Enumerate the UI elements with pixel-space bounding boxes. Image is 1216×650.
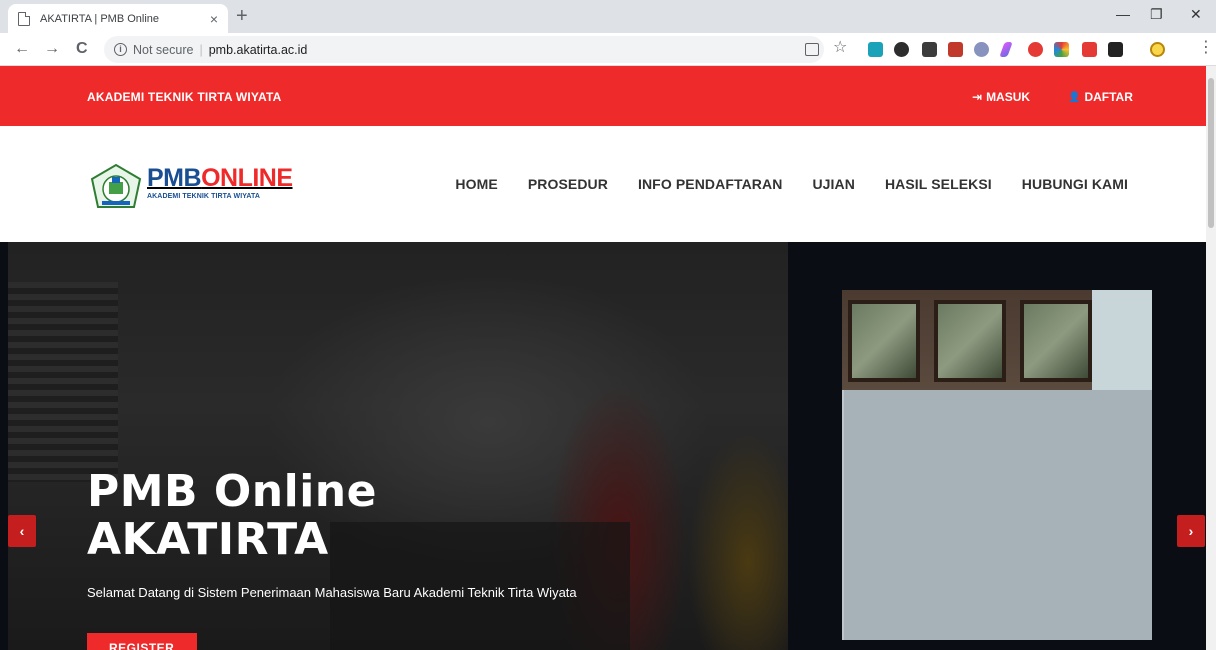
side-photo [842, 290, 1152, 640]
login-link[interactable]: ⇥ MASUK [972, 90, 1030, 104]
php-extension-icon[interactable] [974, 42, 989, 57]
back-icon[interactable]: ← [14, 40, 30, 58]
extension-icon-10[interactable] [1108, 42, 1123, 57]
hero-title-line-1: PMB Online [87, 466, 377, 517]
window-blinds-decoration [8, 282, 118, 482]
info-icon[interactable]: i [114, 43, 127, 56]
logo-wordmark: PMBONLINE [147, 164, 293, 192]
main-menu: HOME PROSEDUR INFO PENDAFTARAN UJIAN HAS… [455, 176, 1128, 192]
register-link[interactable]: 👤 DAFTAR [1068, 90, 1133, 104]
slider-next-button[interactable]: › [1177, 515, 1205, 547]
top-brand-text: AKADEMI TEKNIK TIRTA WIYATA [87, 90, 282, 104]
extension-icon-8[interactable] [1054, 42, 1069, 57]
slider-prev-button[interactable]: ‹ [8, 515, 36, 547]
browser-tabstrip: AKATIRTA | PMB Online × + — ❐ ✕ [0, 0, 1216, 33]
extension-icon-2[interactable] [894, 42, 909, 57]
hero-slider: PMB Online AKATIRTA Selamat Datang di Si… [0, 242, 1206, 650]
profile-avatar[interactable] [1150, 42, 1165, 57]
menu-ujian[interactable]: UJIAN [812, 176, 855, 192]
security-label: Not secure [133, 42, 194, 57]
hero-title-line-2: AKATIRTA [87, 514, 329, 565]
page-viewport: AKADEMI TEKNIK TIRTA WIYATA ⇥ MASUK 👤 DA… [0, 66, 1206, 650]
extension-icon-9[interactable] [1082, 42, 1097, 57]
restore-icon[interactable]: ❐ [1150, 6, 1163, 23]
user-icon: 👤 [1068, 91, 1081, 103]
hero-title: PMB Online AKATIRTA [87, 468, 377, 564]
menu-hubungi-kami[interactable]: HUBUNGI KAMI [1022, 176, 1128, 192]
login-icon: ⇥ [972, 90, 983, 104]
browser-menu-icon[interactable]: ⋮ [1198, 39, 1214, 57]
logo-subtitle: AKADEMI TEKNIK TIRTA WIYATA [147, 193, 261, 200]
photo-window-2 [934, 300, 1006, 382]
page-scrollbar[interactable] [1206, 66, 1216, 650]
adblock-icon[interactable] [1028, 42, 1043, 57]
extension-icon-1[interactable] [868, 42, 883, 57]
hero-subtitle: Selamat Datang di Sistem Penerimaan Maha… [87, 585, 577, 600]
akatirta-emblem-icon[interactable] [90, 163, 142, 209]
translate-icon[interactable] [805, 43, 819, 56]
login-label: MASUK [986, 90, 1031, 104]
extension-icon-3[interactable] [922, 42, 937, 57]
photo-window-1 [848, 300, 920, 382]
address-bar[interactable]: i Not secure | pmb.akatirta.ac.id [104, 36, 824, 63]
menu-home[interactable]: HOME [455, 176, 497, 192]
side-photo-wall [1092, 290, 1152, 390]
logo-pmb: PMB [147, 164, 202, 192]
top-bar: AKADEMI TEKNIK TIRTA WIYATA ⇥ MASUK 👤 DA… [0, 66, 1206, 126]
register-button[interactable]: REGISTER [87, 633, 197, 650]
browser-toolbar: ← → C i Not secure | pmb.akatirta.ac.id … [0, 33, 1216, 66]
extension-icon-6[interactable] [999, 42, 1013, 57]
url-text[interactable]: pmb.akatirta.ac.id [209, 43, 308, 57]
scrollbar-thumb[interactable] [1208, 78, 1214, 228]
close-tab-icon[interactable]: × [210, 11, 218, 27]
extension-icon-4[interactable] [948, 42, 963, 57]
forward-icon[interactable]: → [44, 40, 60, 58]
page-icon [18, 11, 30, 26]
menu-info-pendaftaran[interactable]: INFO PENDAFTARAN [638, 176, 782, 192]
new-tab-button[interactable]: + [236, 5, 248, 27]
redacted-area [844, 390, 1152, 640]
browser-tab[interactable]: AKATIRTA | PMB Online × [8, 4, 228, 33]
photo-window-3 [1020, 300, 1092, 382]
menu-hasil-seleksi[interactable]: HASIL SELEKSI [885, 176, 992, 192]
bookmark-star-icon[interactable]: ☆ [833, 39, 847, 57]
menu-prosedur[interactable]: PROSEDUR [528, 176, 608, 192]
main-navbar: PMBONLINE AKADEMI TEKNIK TIRTA WIYATA HO… [0, 126, 1206, 242]
tab-title: AKATIRTA | PMB Online [40, 12, 160, 25]
site-logo[interactable]: PMBONLINE AKADEMI TEKNIK TIRTA WIYATA [147, 164, 293, 200]
close-window-icon[interactable]: ✕ [1190, 6, 1202, 23]
minimize-icon[interactable]: — [1116, 6, 1130, 22]
omnibox-separator: | [199, 42, 203, 57]
register-label: DAFTAR [1084, 90, 1133, 104]
logo-online: ONLINE [201, 164, 293, 192]
reload-icon[interactable]: C [76, 40, 88, 58]
